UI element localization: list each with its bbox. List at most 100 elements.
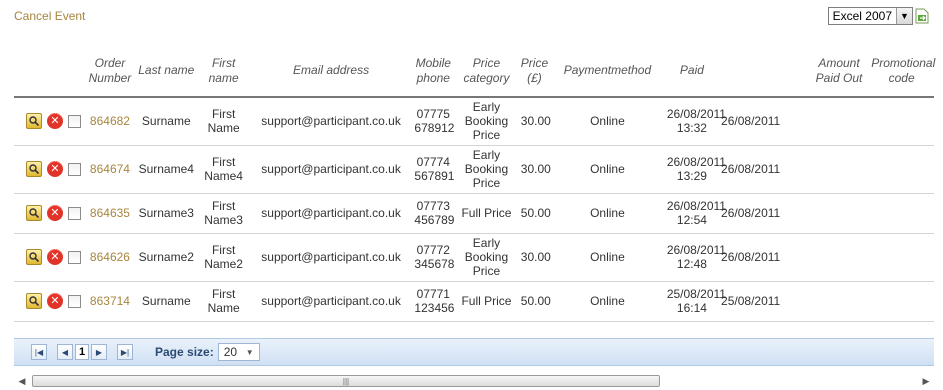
magnifier-icon[interactable] bbox=[26, 113, 42, 130]
column-header-actions bbox=[14, 45, 85, 98]
table-row: ✕ 864674 Surname4 First Name4 support@pa… bbox=[14, 145, 934, 194]
paid-date-cell: 26/08/2011 bbox=[719, 145, 809, 194]
column-header-promotional-code[interactable]: Promotional code bbox=[869, 45, 935, 98]
cancel-event-link[interactable]: Cancel Event bbox=[14, 9, 85, 23]
table-row: ✕ 864626 Surname2 First Name2 support@pa… bbox=[14, 233, 934, 282]
scroll-left-icon[interactable]: ◀ bbox=[14, 376, 30, 387]
mobile-cell: 07772 345678 bbox=[412, 233, 454, 282]
price-cell: 30.00 bbox=[518, 97, 551, 146]
delete-icon[interactable]: ✕ bbox=[47, 249, 63, 265]
pager-nav-last: ▶| bbox=[117, 344, 135, 360]
email-cell: support@participant.co.uk bbox=[249, 145, 413, 194]
page-number-button[interactable]: 1 bbox=[75, 344, 89, 360]
mobile-cell: 07771 123456 bbox=[412, 281, 454, 322]
first-name-cell: First Name bbox=[197, 97, 250, 146]
last-name-cell: Surname4 bbox=[134, 145, 198, 194]
column-header-order-number[interactable]: Order Number bbox=[84, 45, 135, 98]
magnifier-icon[interactable] bbox=[26, 249, 42, 265]
pager: |◀ ◀ 1 ▶ ▶| Page size: 20 ▼ bbox=[14, 338, 934, 366]
table-row: ✕ 863714 Surname First Name support@part… bbox=[14, 281, 934, 322]
order-number-link[interactable]: 864682 bbox=[90, 114, 130, 128]
price-category-cell: Early Booking Price bbox=[454, 145, 519, 194]
promotional-code-cell bbox=[869, 193, 934, 234]
payment-method-cell: Online bbox=[550, 233, 665, 282]
row-checkbox[interactable] bbox=[68, 162, 81, 176]
delete-icon[interactable]: ✕ bbox=[47, 113, 63, 130]
column-header-price-category[interactable]: Price category bbox=[454, 45, 519, 98]
pager-nav-pages: ◀ 1 ▶ bbox=[57, 344, 109, 360]
mobile-cell: 07774 567891 bbox=[412, 145, 454, 194]
export-format-value: Excel 2007 bbox=[832, 9, 892, 23]
promotional-code-cell bbox=[869, 281, 934, 322]
order-number-cell: 864626 bbox=[84, 233, 135, 282]
chevron-down-icon[interactable]: ▼ bbox=[896, 8, 912, 24]
column-header-payment-method[interactable]: Paymentmethod bbox=[550, 45, 665, 98]
magnifier-icon[interactable] bbox=[26, 161, 42, 177]
first-name-cell: First Name2 bbox=[197, 233, 250, 282]
paid-date-cell: 26/08/2011 bbox=[719, 193, 809, 234]
order-number-cell: 863714 bbox=[84, 281, 135, 322]
row-actions: ✕ bbox=[14, 233, 85, 282]
horizontal-scrollbar[interactable]: ◀ ||| ▶ bbox=[14, 374, 934, 388]
last-name-cell: Surname3 bbox=[134, 193, 198, 234]
column-header-first-name[interactable]: First name bbox=[197, 45, 250, 98]
page-size-select[interactable]: 20 ▼ bbox=[217, 343, 260, 361]
order-number-link[interactable]: 864674 bbox=[90, 162, 130, 176]
column-header-paid-date bbox=[719, 45, 809, 98]
row-checkbox[interactable] bbox=[68, 250, 81, 264]
amount-paid-out-cell bbox=[808, 281, 870, 322]
amount-paid-out-cell bbox=[808, 145, 870, 194]
table-row: ✕ 864635 Surname3 First Name3 support@pa… bbox=[14, 193, 934, 234]
export-format-select[interactable]: Excel 2007 ▼ bbox=[827, 7, 913, 25]
scroll-right-icon[interactable]: ▶ bbox=[918, 376, 934, 387]
table-row: ✕ 864682 Surname First Name support@part… bbox=[14, 97, 934, 146]
paid-cell: 26/08/2011 12:48 bbox=[664, 233, 726, 282]
column-header-amount-paid-out[interactable]: Amount Paid Out bbox=[808, 45, 870, 98]
scroll-track[interactable]: ||| bbox=[30, 375, 918, 387]
order-number-link[interactable]: 864626 bbox=[90, 250, 130, 264]
delete-icon[interactable]: ✕ bbox=[47, 205, 63, 221]
column-header-price[interactable]: Price (£) bbox=[518, 45, 551, 98]
pager-nav-first: |◀ bbox=[31, 344, 49, 360]
scroll-thumb[interactable]: ||| bbox=[32, 375, 660, 387]
row-actions: ✕ bbox=[14, 145, 85, 194]
order-number-cell: 864674 bbox=[84, 145, 135, 194]
column-header-email[interactable]: Email address bbox=[249, 45, 413, 98]
payment-method-cell: Online bbox=[550, 193, 665, 234]
row-actions: ✕ bbox=[14, 281, 85, 322]
amount-paid-out-cell bbox=[808, 97, 870, 146]
order-number-cell: 864682 bbox=[84, 97, 135, 146]
order-number-link[interactable]: 864635 bbox=[90, 206, 130, 220]
price-cell: 30.00 bbox=[518, 233, 551, 282]
amount-paid-out-cell bbox=[808, 233, 870, 282]
prev-page-icon[interactable]: ◀ bbox=[57, 344, 73, 360]
magnifier-icon[interactable] bbox=[26, 293, 42, 309]
page-size-value: 20 bbox=[223, 345, 238, 359]
paid-date-cell: 25/08/2011 bbox=[719, 281, 809, 322]
order-number-link[interactable]: 863714 bbox=[90, 294, 130, 308]
delete-icon[interactable]: ✕ bbox=[47, 293, 63, 309]
row-checkbox[interactable] bbox=[68, 114, 81, 128]
chevron-down-icon: ▼ bbox=[245, 347, 254, 357]
next-page-icon[interactable]: ▶ bbox=[91, 344, 107, 360]
first-name-cell: First Name bbox=[197, 281, 250, 322]
last-page-icon[interactable]: ▶| bbox=[117, 344, 133, 360]
price-cell: 50.00 bbox=[518, 193, 551, 234]
column-header-paid[interactable]: Paid bbox=[664, 45, 720, 98]
row-actions: ✕ bbox=[14, 193, 85, 234]
table-header-row: Order Number Last name First name Email … bbox=[14, 45, 935, 98]
price-category-cell: Early Booking Price bbox=[454, 97, 519, 146]
amount-paid-out-cell bbox=[808, 193, 870, 234]
column-header-last-name[interactable]: Last name bbox=[134, 45, 198, 98]
column-header-mobile[interactable]: Mobile phone bbox=[412, 45, 455, 98]
mobile-cell: 07775 678912 bbox=[412, 97, 454, 146]
price-category-cell: Full Price bbox=[454, 281, 519, 322]
magnifier-icon[interactable] bbox=[26, 205, 42, 221]
order-number-cell: 864635 bbox=[84, 193, 135, 234]
first-page-icon[interactable]: |◀ bbox=[31, 344, 47, 360]
first-name-cell: First Name3 bbox=[197, 193, 250, 234]
row-checkbox[interactable] bbox=[68, 206, 81, 220]
delete-icon[interactable]: ✕ bbox=[47, 161, 63, 177]
row-checkbox[interactable] bbox=[68, 294, 81, 308]
export-icon[interactable] bbox=[915, 8, 929, 24]
